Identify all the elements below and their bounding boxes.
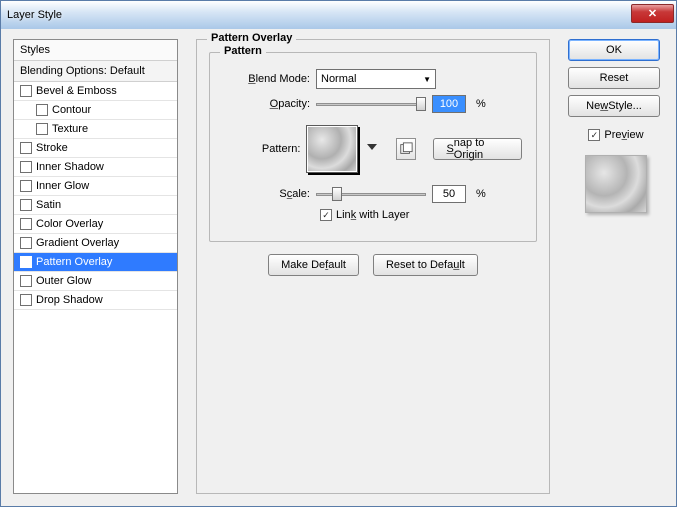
- style-item-satin[interactable]: Satin: [14, 196, 177, 215]
- pattern-label: Pattern:: [224, 143, 300, 155]
- blending-options-row[interactable]: Blending Options: Default: [14, 61, 177, 82]
- scale-unit: %: [476, 188, 486, 200]
- scale-input[interactable]: 50: [432, 185, 466, 203]
- style-item-pattern-overlay[interactable]: Pattern Overlay: [14, 253, 177, 272]
- new-style-button[interactable]: New Style...: [568, 95, 660, 117]
- blend-mode-combo[interactable]: Normal ▼: [316, 69, 436, 89]
- preview-swatch: [585, 155, 647, 213]
- link-with-layer-checkbox[interactable]: [320, 209, 332, 221]
- pattern-swatch[interactable]: [306, 125, 358, 173]
- style-item-color-overlay[interactable]: Color Overlay: [14, 215, 177, 234]
- close-icon: ✕: [648, 8, 657, 20]
- style-checkbox[interactable]: [20, 237, 32, 249]
- style-item-label: Contour: [52, 104, 91, 116]
- style-checkbox[interactable]: [20, 142, 32, 154]
- opacity-input[interactable]: 100: [432, 95, 466, 113]
- style-item-label: Inner Shadow: [36, 161, 104, 173]
- styles-panel: Styles Blending Options: Default Bevel &…: [13, 39, 178, 494]
- pattern-legend: Pattern: [220, 45, 266, 57]
- slider-track: [316, 103, 426, 106]
- preview-label: Preview: [604, 129, 643, 141]
- blend-mode-value: Normal: [321, 73, 356, 85]
- style-checkbox[interactable]: [20, 218, 32, 230]
- link-with-layer-row: Link with Layer: [320, 209, 522, 221]
- titlebar[interactable]: Layer Style ✕: [1, 1, 676, 29]
- right-buttons: OK Reset New Style... Preview: [568, 39, 664, 494]
- style-item-label: Texture: [52, 123, 88, 135]
- style-checkbox[interactable]: [20, 256, 32, 268]
- layer-style-dialog: Layer Style ✕ Styles Blending Options: D…: [0, 0, 677, 507]
- style-item-label: Stroke: [36, 142, 68, 154]
- preview-checkbox[interactable]: [588, 129, 600, 141]
- scale-slider[interactable]: [316, 185, 426, 203]
- scale-slider-thumb[interactable]: [332, 187, 342, 201]
- style-checkbox[interactable]: [20, 294, 32, 306]
- style-item-drop-shadow[interactable]: Drop Shadow: [14, 291, 177, 310]
- style-item-label: Outer Glow: [36, 275, 92, 287]
- snap-to-origin-button[interactable]: Snap to Origin: [433, 138, 522, 160]
- center-panel: Pattern Overlay Pattern Blend Mode: Norm…: [196, 39, 550, 494]
- style-checkbox[interactable]: [20, 161, 32, 173]
- style-item-inner-glow[interactable]: Inner Glow: [14, 177, 177, 196]
- pattern-group: Pattern Blend Mode: Normal ▼ Opacity:: [209, 52, 537, 242]
- style-checkbox[interactable]: [20, 85, 32, 97]
- preview-row: Preview: [568, 129, 664, 141]
- create-pattern-button[interactable]: [396, 138, 416, 160]
- style-item-label: Bevel & Emboss: [36, 85, 117, 97]
- style-item-outer-glow[interactable]: Outer Glow: [14, 272, 177, 291]
- opacity-label: Opacity:: [224, 98, 310, 110]
- scale-row: Scale: 50 %: [224, 185, 522, 203]
- opacity-slider[interactable]: [316, 95, 426, 113]
- scale-label: Scale:: [224, 188, 310, 200]
- style-item-label: Inner Glow: [36, 180, 89, 192]
- style-item-label: Satin: [36, 199, 61, 211]
- chevron-down-icon: ▼: [423, 75, 431, 84]
- reset-button[interactable]: Reset: [568, 67, 660, 89]
- link-with-layer-label: Link with Layer: [336, 209, 409, 221]
- style-checkbox[interactable]: [20, 275, 32, 287]
- style-item-texture[interactable]: Texture: [14, 120, 177, 139]
- close-button[interactable]: ✕: [631, 4, 674, 23]
- blend-mode-row: Blend Mode: Normal ▼: [224, 69, 522, 89]
- pattern-row: Pattern: Snap to Origin: [224, 125, 522, 173]
- new-pattern-icon: [399, 142, 413, 156]
- style-item-contour[interactable]: Contour: [14, 101, 177, 120]
- style-item-label: Color Overlay: [36, 218, 103, 230]
- style-item-gradient-overlay[interactable]: Gradient Overlay: [14, 234, 177, 253]
- style-item-stroke[interactable]: Stroke: [14, 139, 177, 158]
- blend-mode-label: Blend Mode:: [224, 73, 310, 85]
- styles-list: Bevel & Emboss Contour Texture Stroke Inner …: [14, 82, 177, 310]
- opacity-slider-thumb[interactable]: [416, 97, 426, 111]
- default-buttons-row: Make Default Reset to Default: [209, 254, 537, 276]
- make-default-button[interactable]: Make Default: [268, 254, 359, 276]
- pattern-dropdown-icon[interactable]: [367, 144, 377, 154]
- opacity-unit: %: [476, 98, 486, 110]
- style-item-label: Drop Shadow: [36, 294, 103, 306]
- style-item-inner-shadow[interactable]: Inner Shadow: [14, 158, 177, 177]
- style-item-bevel-emboss[interactable]: Bevel & Emboss: [14, 82, 177, 101]
- style-checkbox[interactable]: [20, 199, 32, 211]
- window-title: Layer Style: [7, 9, 631, 21]
- opacity-row: Opacity: 100 %: [224, 95, 522, 113]
- style-item-label: Gradient Overlay: [36, 237, 119, 249]
- reset-to-default-button[interactable]: Reset to Default: [373, 254, 478, 276]
- ok-button[interactable]: OK: [568, 39, 660, 61]
- styles-header[interactable]: Styles: [14, 40, 177, 61]
- style-checkbox[interactable]: [36, 104, 48, 116]
- panel-heading: Pattern Overlay: [207, 32, 296, 44]
- style-item-label: Pattern Overlay: [36, 256, 112, 268]
- pattern-overlay-group: Pattern Overlay Pattern Blend Mode: Norm…: [196, 39, 550, 494]
- dialog-body: Styles Blending Options: Default Bevel &…: [1, 29, 676, 506]
- style-checkbox[interactable]: [20, 180, 32, 192]
- style-checkbox[interactable]: [36, 123, 48, 135]
